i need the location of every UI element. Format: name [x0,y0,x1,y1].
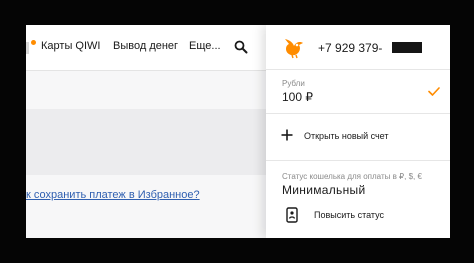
open-new-account-button[interactable]: Открыть новый счет [304,131,389,141]
balance-value[interactable]: 100 ₽ [282,90,313,104]
qiwi-wallet-screen: Карты QIWI Вывод денег Еще... к сохранит… [26,25,450,238]
panel-divider [266,160,450,161]
nav-item-more[interactable]: Еще... [189,40,221,52]
save-to-favorites-link[interactable]: к сохранить платеж в Избранное? [26,189,200,201]
content-band [26,109,266,175]
balance-currency-label: Рубли [282,79,305,88]
upgrade-status-button[interactable]: Повысить статус [314,210,384,220]
plus-icon[interactable] [281,129,293,141]
nav-accent-dot [31,40,36,45]
panel-divider [266,69,450,70]
search-icon[interactable] [234,40,248,54]
phone-number: +7 929 379- [318,41,383,55]
qiwi-bird-icon [285,39,303,59]
checkmark-icon [428,87,440,96]
nav-left-edge [26,42,29,54]
main-content: к сохранить платеж в Избранное? [26,71,266,238]
wallet-status-value: Минимальный [282,183,366,197]
account-dropdown: +7 929 379- Рубли 100 ₽ Открыть новый сч… [266,25,450,238]
document-status-icon[interactable] [286,207,298,223]
nav-item-qiwi-cards[interactable]: Карты QIWI [41,40,100,52]
nav-item-withdraw[interactable]: Вывод денег [113,40,178,52]
panel-divider [266,113,450,114]
phone-redaction [392,42,422,53]
wallet-status-label: Статус кошелька для оплаты в ₽, $, € [282,172,422,181]
top-navigation: Карты QIWI Вывод денег Еще... [26,25,266,71]
